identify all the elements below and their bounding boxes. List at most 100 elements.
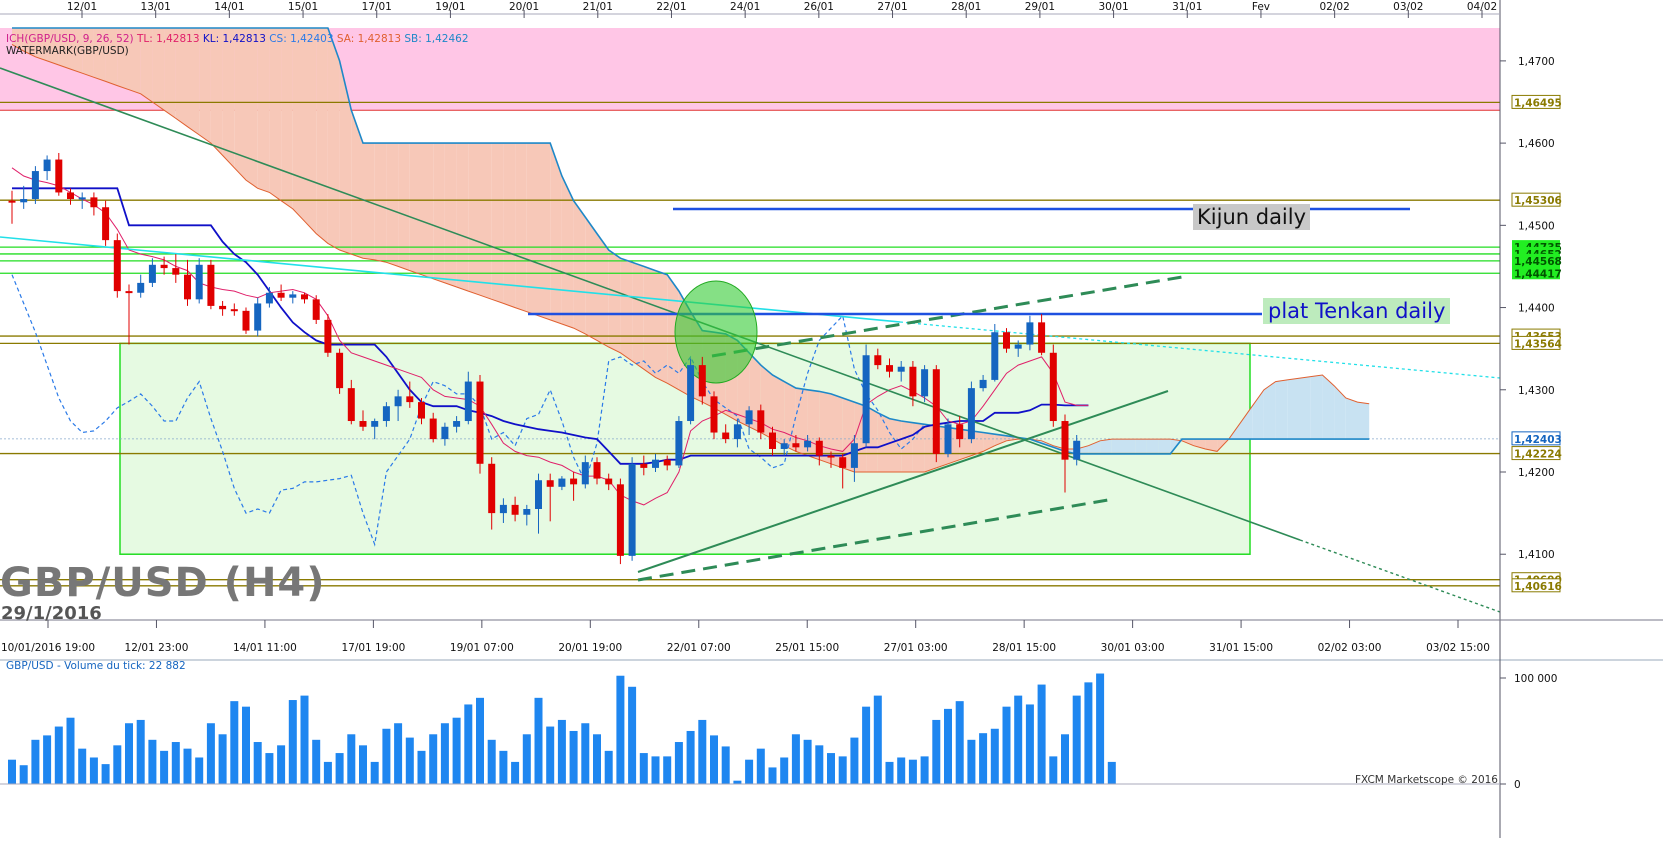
candle-body <box>8 200 16 203</box>
top-axis-label: 13/01 <box>141 1 171 13</box>
volume-bar <box>452 717 461 784</box>
candle-body <box>804 440 812 448</box>
volume-bar <box>698 719 707 784</box>
candle-body <box>839 457 847 468</box>
cloud-segment <box>444 143 457 287</box>
cloud-segment <box>538 143 551 320</box>
volume-bar <box>873 695 882 784</box>
candle-body <box>722 432 730 440</box>
cloud-segment <box>1158 439 1171 454</box>
bottom-axis-label: 25/01 15:00 <box>775 642 839 654</box>
kijun-daily-annotation[interactable]: Kijun daily <box>1193 204 1311 230</box>
watermark-pair: GBP/USD (H4) <box>0 560 326 606</box>
cloud-segment <box>456 143 469 292</box>
candle-body <box>254 303 262 331</box>
cloud-segment <box>1275 379 1288 440</box>
cloud-segment <box>1310 374 1323 440</box>
candle-body <box>230 309 238 312</box>
candle-body <box>336 352 344 389</box>
top-axis-label: 20/01 <box>509 1 539 13</box>
chart-window: 12/01 13/01 14/01 15/01 17/01 19/01 20/01 21/01… <box>0 0 1663 838</box>
volume-bar <box>31 739 40 784</box>
tenkan-daily-annotation[interactable]: plat Tenkan daily <box>1263 298 1451 324</box>
candle-body <box>991 332 999 380</box>
volume-bar <box>382 728 391 784</box>
candle-body <box>932 369 940 454</box>
volume-bar <box>815 745 824 784</box>
volume-bar <box>347 734 356 784</box>
candle-body <box>406 396 414 403</box>
cloud-segment <box>222 28 235 168</box>
volume-bar <box>604 750 613 784</box>
candle-body <box>675 421 683 466</box>
volume-bar <box>464 704 473 784</box>
candle-body <box>1014 344 1022 349</box>
cloud-segment <box>1146 439 1159 454</box>
candle-body <box>1061 421 1069 460</box>
cloud-segment <box>1135 439 1147 454</box>
level-label: 1,42403 <box>1514 434 1562 446</box>
candle-body <box>698 365 706 397</box>
volume-bar <box>54 726 63 784</box>
volume-bar <box>534 697 543 784</box>
volume-bar <box>850 737 859 784</box>
bottom-axis-label: 28/01 15:00 <box>992 642 1056 654</box>
cloud-segment <box>889 418 902 472</box>
candle-body <box>394 396 402 407</box>
cloud-segment <box>585 217 597 341</box>
volume-bar <box>242 706 250 784</box>
volume-bar <box>113 745 122 784</box>
bottom-axis-label: 10/01/2016 19:00 <box>1 642 95 654</box>
candle-body <box>687 365 695 422</box>
cloud-segment <box>643 266 656 378</box>
top-axis-label: 30/01 <box>1098 1 1128 13</box>
bottom-axis-label: 30/01 03:00 <box>1101 642 1165 654</box>
volume-title: GBP/USD - Volume du tick: 22 882 <box>6 660 186 672</box>
volume-bar <box>300 695 309 784</box>
volume-bar <box>183 748 192 784</box>
candle-body <box>874 355 882 366</box>
cloud-segment <box>374 143 387 263</box>
candle-body <box>979 379 987 389</box>
candle-body <box>488 463 496 514</box>
volume-bar <box>791 734 800 784</box>
candle-body <box>289 294 297 298</box>
volume-bar <box>405 737 414 784</box>
volume-tick-label: 0 <box>1514 779 1521 791</box>
volume-bar <box>885 761 894 784</box>
level-label: 1,42224 <box>1514 449 1562 461</box>
candle-body <box>464 381 472 422</box>
cloud-segment <box>269 28 282 201</box>
cloud-segment <box>503 143 516 308</box>
volume-bar <box>663 756 672 784</box>
cloud-segment <box>292 28 305 222</box>
cloud-segment <box>304 28 317 234</box>
bottom-axis-label: 27/01 03:00 <box>884 642 948 654</box>
candle-body <box>78 197 86 200</box>
candle-body <box>663 459 671 466</box>
volume-bar <box>487 739 496 784</box>
volume-bar <box>429 734 438 784</box>
volume-bar <box>955 701 964 784</box>
volume-bar <box>557 719 566 784</box>
top-axis-label: 26/01 <box>804 1 834 13</box>
volume-bar <box>499 750 508 784</box>
cloud-segment <box>257 28 270 193</box>
candle-body <box>277 292 285 298</box>
top-axis-label: 27/01 <box>877 1 907 13</box>
volume-bar <box>710 735 718 784</box>
candle-body <box>733 424 741 440</box>
candle-body <box>652 459 659 468</box>
volume-bar <box>686 730 695 784</box>
volume-bar <box>920 756 929 784</box>
chart-canvas[interactable]: 12/01 13/01 14/01 15/01 17/01 19/01 20/01 21/01… <box>0 0 1663 838</box>
candle-body <box>886 365 893 372</box>
volume-bar <box>1014 695 1023 784</box>
candle-body <box>1026 322 1034 345</box>
candle-body <box>160 264 168 269</box>
candle-body <box>1049 352 1057 422</box>
cloud-segment <box>327 28 340 250</box>
candle-body <box>535 480 542 509</box>
price-tick-label: 1,4600 <box>1518 138 1555 150</box>
candle-body <box>593 462 601 479</box>
